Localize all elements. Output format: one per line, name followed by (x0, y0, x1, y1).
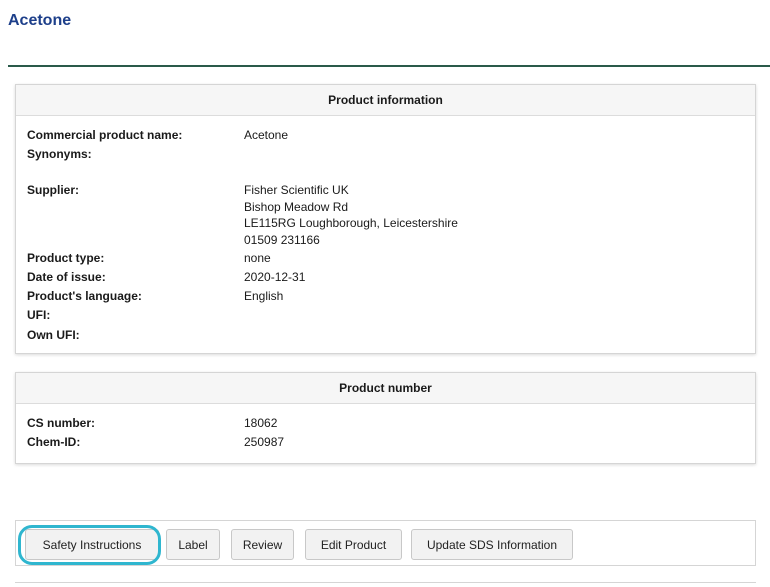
bottom-divider (15, 582, 756, 583)
panel-header-product-number: Product number (16, 373, 755, 404)
row-value: 18062 (244, 416, 278, 430)
row-value: Fisher Scientific UK Bishop Meadow Rd LE… (244, 183, 458, 247)
product-number-panel: Product number CS number: 18062 Chem-ID:… (15, 372, 756, 464)
review-button[interactable]: Review (231, 529, 294, 560)
edit-product-button[interactable]: Edit Product (305, 529, 402, 560)
row-label: Date of issue: (27, 270, 106, 284)
title-divider (8, 65, 770, 67)
row-label: CS number: (27, 416, 96, 430)
page-title: Acetone (8, 12, 72, 29)
row-value: 250987 (244, 435, 285, 449)
safety-instructions-button[interactable]: Safety Instructions (25, 529, 159, 560)
row-value: 2020-12-31 (244, 270, 306, 284)
panel-header-product-information: Product information (16, 85, 755, 116)
action-button-bar: Safety Instructions Label Review Edit Pr… (15, 520, 756, 566)
row-value: none (244, 251, 271, 265)
row-label: Chem-ID: (27, 435, 81, 449)
row-label: UFI: (27, 308, 51, 322)
row-value: Acetone (244, 128, 289, 142)
row-label: Supplier: (27, 183, 80, 197)
row-label: Synonyms: (27, 147, 92, 161)
row-label: Own UFI: (27, 328, 80, 342)
row-label: Product type: (27, 251, 105, 265)
row-value: English (244, 289, 284, 303)
label-button[interactable]: Label (166, 529, 220, 560)
update-sds-information-button[interactable]: Update SDS Information (411, 529, 573, 560)
row-label: Product's language: (27, 289, 142, 303)
row-label: Commercial product name: (27, 128, 183, 142)
product-information-panel: Product information Commercial product n… (15, 84, 756, 354)
